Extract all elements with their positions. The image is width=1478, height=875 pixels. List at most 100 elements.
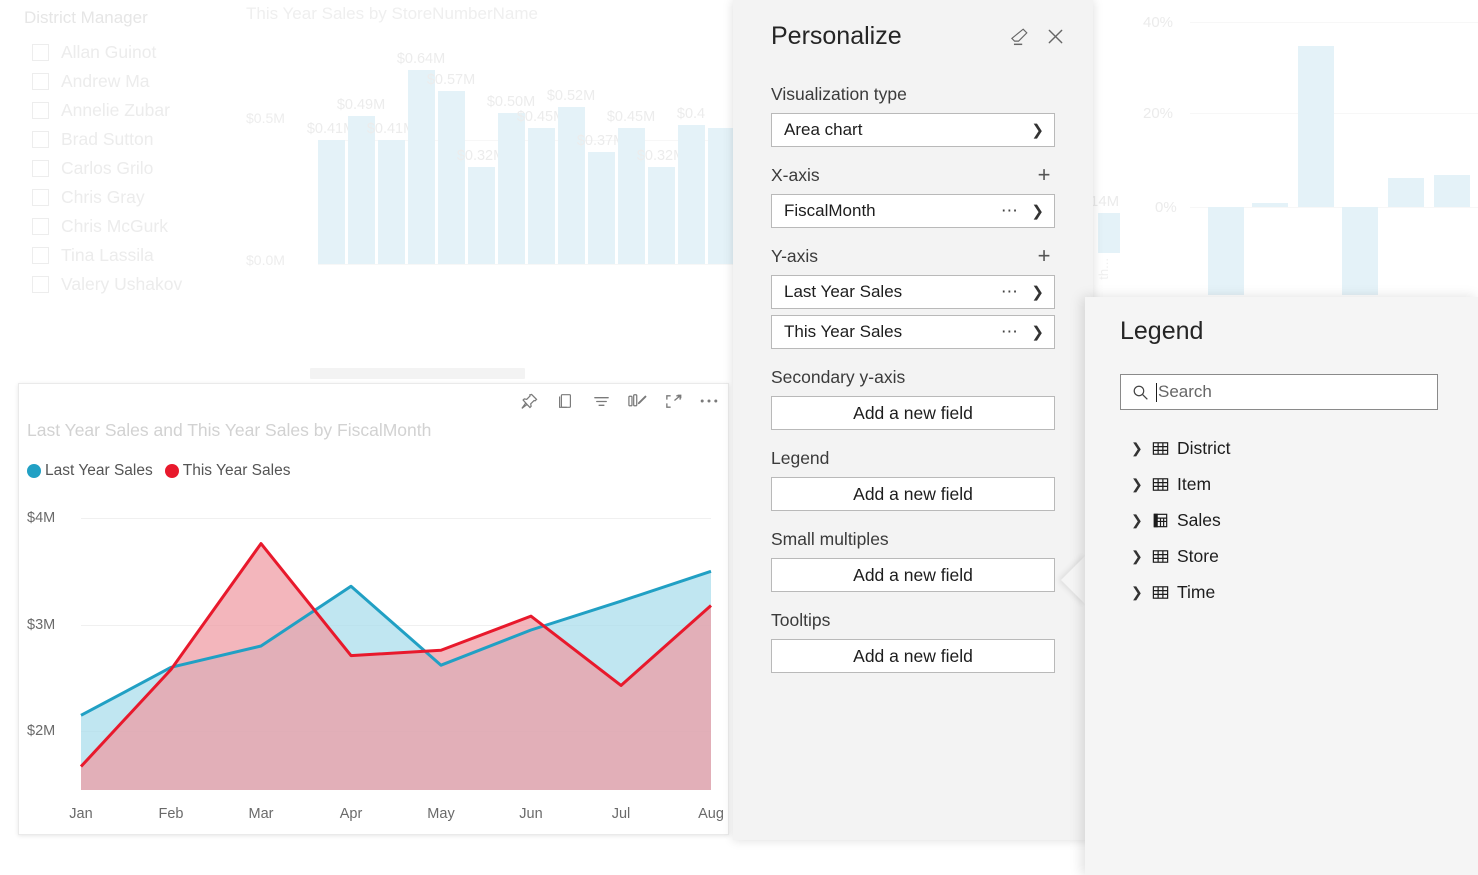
variance-bar xyxy=(1298,46,1334,207)
slicer-checkbox[interactable] xyxy=(32,131,49,148)
field-group: Legend Add a new field xyxy=(771,446,1055,511)
field-group: Visualization type Area chart ❯ xyxy=(771,82,1055,147)
variance-edge-bar xyxy=(1098,213,1120,253)
field-pill[interactable]: Area chart ❯ xyxy=(771,113,1055,147)
table-icon xyxy=(1151,547,1177,566)
field-header: Small multiples xyxy=(771,527,1055,551)
field-label: Tooltips xyxy=(771,609,831,630)
field-header: Legend xyxy=(771,446,1055,470)
variance-bar xyxy=(1252,203,1288,207)
add-a-new-field-button[interactable]: Add a new field xyxy=(771,396,1055,430)
visual-toolbar xyxy=(518,390,720,412)
chevron-right-icon[interactable]: ❯ xyxy=(1131,476,1151,493)
variance-ytick-0: 40% xyxy=(1143,14,1174,31)
legend-tree-item[interactable]: ❯ Time xyxy=(1131,574,1461,610)
slicer-checkbox[interactable] xyxy=(32,276,49,293)
slicer-checkbox[interactable] xyxy=(32,218,49,235)
legend-flyout[interactable]: Legend Search ❯ District ❯ Item ❯ Sales ❯ Store… xyxy=(1085,297,1478,875)
focus-mode-icon[interactable] xyxy=(662,390,684,412)
personalize-header: Personalize xyxy=(733,22,1093,51)
variance-ytick-2: 0% xyxy=(1155,199,1177,216)
legend-item[interactable]: Last Year Sales xyxy=(27,462,153,480)
chevron-right-icon[interactable]: ❯ xyxy=(1031,323,1044,341)
column-value-label: $0.64M xyxy=(396,51,446,68)
legend-tree-item[interactable]: ❯ Sales xyxy=(1131,502,1461,538)
chevron-right-icon[interactable]: ❯ xyxy=(1131,440,1151,457)
column-chart-scrollbar[interactable] xyxy=(310,368,525,379)
legend-tree-item[interactable]: ❯ District xyxy=(1131,430,1461,466)
slicer-item-label: Allan Guinot xyxy=(61,42,157,62)
add-a-new-field-label: Add a new field xyxy=(853,402,973,423)
variance-ytick-1: 20% xyxy=(1143,105,1174,122)
legend-swatch xyxy=(27,464,41,478)
field-label: X-axis xyxy=(771,164,820,185)
legend-tree-item-label: Sales xyxy=(1177,509,1221,530)
legend-tree-item-label: Item xyxy=(1177,473,1212,494)
copy-icon[interactable] xyxy=(554,390,576,412)
personalize-pane[interactable]: Personalize Visualization type Area chart… xyxy=(733,0,1093,840)
add-field-plus-icon[interactable]: + xyxy=(1033,245,1055,267)
area-plot-area[interactable]: $2M $3M $4M Jan Feb Mar Apr May Jun Jul Aug xyxy=(19,488,730,836)
store-sales-column-chart[interactable]: This Year Sales by StoreNumberName $0.5M… xyxy=(240,0,740,614)
slicer-checkbox[interactable] xyxy=(32,189,49,206)
field-pill-label: This Year Sales xyxy=(784,322,903,341)
field-pill[interactable]: This Year Sales ⋯ ❯ xyxy=(771,315,1055,349)
add-a-new-field-label: Add a new field xyxy=(853,645,973,666)
personalize-icon[interactable] xyxy=(626,390,648,412)
field-label: Small multiples xyxy=(771,528,889,549)
field-pill-more-icon[interactable]: ⋯ xyxy=(1001,322,1020,342)
legend-tree-item[interactable]: ❯ Store xyxy=(1131,538,1461,574)
slicer-item-label: Chris McGurk xyxy=(61,216,168,236)
slicer-item-label: Carlos Grilo xyxy=(61,158,154,178)
field-group: X-axis + FiscalMonth ⋯ ❯ xyxy=(771,163,1055,228)
variance-gridline-20 xyxy=(1190,113,1478,114)
slicer-item-label: Annelie Zubar xyxy=(61,100,170,120)
column-plot-area: $0.41M10 - St. Cla...$0.49M11 - Centu...… xyxy=(307,51,738,614)
field-pill[interactable]: FiscalMonth ⋯ ❯ xyxy=(771,194,1055,228)
chevron-right-icon[interactable]: ❯ xyxy=(1131,512,1151,529)
slicer-checkbox[interactable] xyxy=(32,247,49,264)
column-value-label: $0.52M xyxy=(546,87,596,104)
add-a-new-field-button[interactable]: Add a new field xyxy=(771,639,1055,673)
slicer-item-label: Valery Ushakov xyxy=(61,274,183,294)
field-pill-label: Area chart xyxy=(784,120,863,139)
slicer-checkbox[interactable] xyxy=(32,44,49,61)
legend-item[interactable]: This Year Sales xyxy=(164,462,290,480)
legend-search-placeholder: Search xyxy=(1158,382,1212,401)
pin-icon[interactable] xyxy=(518,390,540,412)
eraser-icon[interactable] xyxy=(1005,23,1033,51)
field-pill[interactable]: Last Year Sales ⋯ ❯ xyxy=(771,275,1055,309)
column-value-label: $0.57M xyxy=(426,72,476,89)
search-icon xyxy=(1131,383,1150,402)
close-icon[interactable] xyxy=(1041,23,1069,51)
slicer-checkbox[interactable] xyxy=(32,160,49,177)
variance-bar xyxy=(1388,178,1424,207)
field-group: Small multiples Add a new field xyxy=(771,527,1055,592)
slicer-checkbox[interactable] xyxy=(32,73,49,90)
field-pill-more-icon[interactable]: ⋯ xyxy=(1001,282,1020,302)
chevron-right-icon[interactable]: ❯ xyxy=(1131,584,1151,601)
column-value-label: $0.49M xyxy=(336,96,386,113)
filter-icon[interactable] xyxy=(590,390,612,412)
area-chart-visual-card[interactable]: Last Year Sales and This Year Sales by F… xyxy=(18,383,729,835)
field-pill-more-icon[interactable]: ⋯ xyxy=(1001,201,1020,221)
legend-search-input[interactable]: Search xyxy=(1120,374,1438,410)
chevron-right-icon[interactable]: ❯ xyxy=(1031,121,1044,139)
visual-legend[interactable]: Last Year Sales This Year Sales xyxy=(27,462,290,480)
legend-item-label: Last Year Sales xyxy=(45,462,153,479)
legend-tree-item[interactable]: ❯ Item xyxy=(1131,466,1461,502)
column-axis-line xyxy=(318,264,738,265)
x-axis-tick: Feb xyxy=(158,806,184,822)
x-axis-tick: Jul xyxy=(611,806,631,822)
more-options-icon[interactable] xyxy=(698,390,720,412)
text-caret xyxy=(1156,382,1157,402)
chevron-right-icon[interactable]: ❯ xyxy=(1031,283,1044,301)
add-field-plus-icon[interactable]: + xyxy=(1033,164,1055,186)
slicer-checkbox[interactable] xyxy=(32,102,49,119)
slicer-item-label: Brad Sutton xyxy=(61,129,154,149)
x-axis-tick: Apr xyxy=(339,806,363,822)
add-a-new-field-button[interactable]: Add a new field xyxy=(771,558,1055,592)
chevron-right-icon[interactable]: ❯ xyxy=(1131,548,1151,565)
chevron-right-icon[interactable]: ❯ xyxy=(1031,202,1044,220)
add-a-new-field-button[interactable]: Add a new field xyxy=(771,477,1055,511)
